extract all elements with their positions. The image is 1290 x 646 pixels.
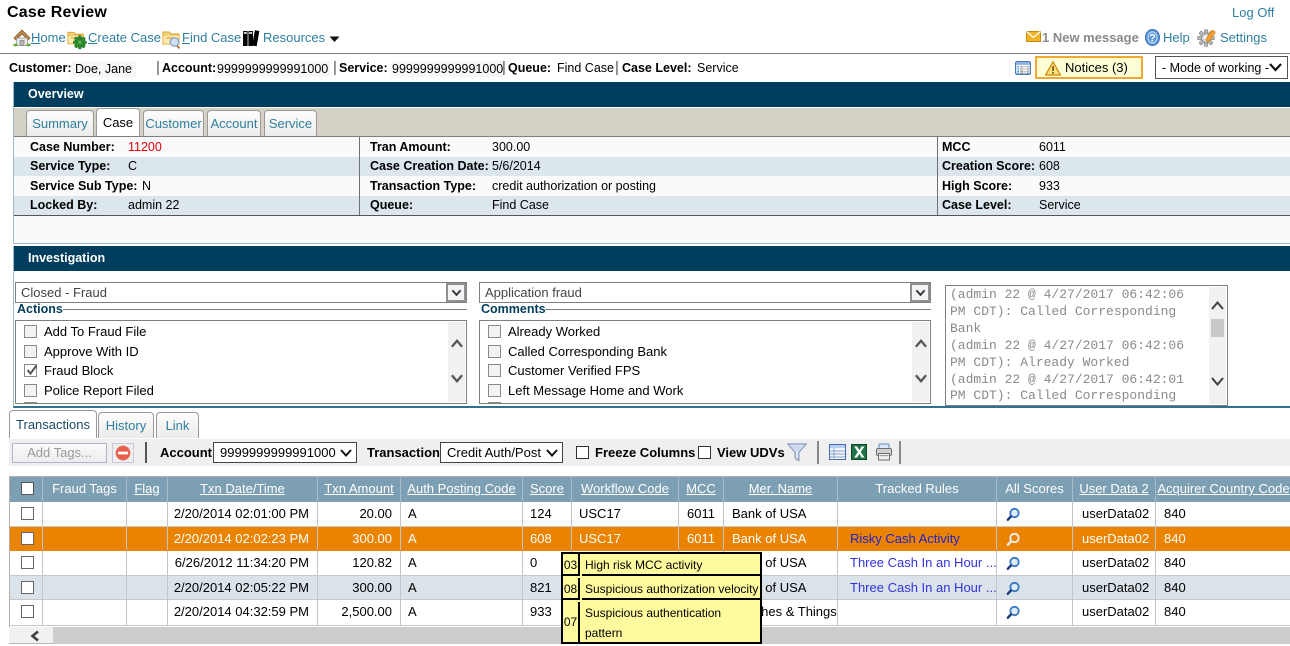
svg-text:?: ? [1149, 33, 1156, 45]
